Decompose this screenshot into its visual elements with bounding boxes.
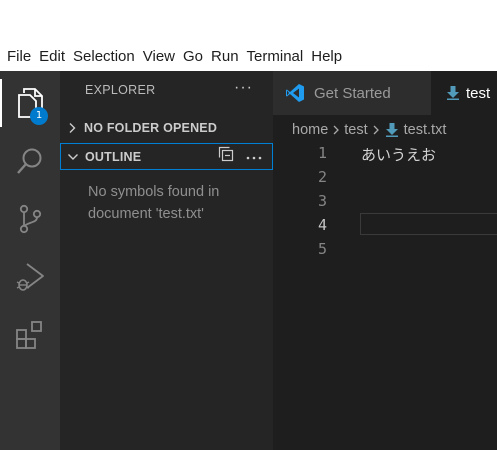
code-line[interactable]: あいうえお [361, 144, 436, 165]
menu-go[interactable]: Go [175, 48, 203, 65]
more-actions-button[interactable]: ··· [234, 79, 253, 97]
tab-bar: Get Started test [273, 71, 497, 115]
activity-extensions-button[interactable] [0, 311, 60, 359]
activity-bar: 1 [0, 71, 60, 450]
chevron-down-icon [61, 152, 85, 162]
outline-empty-message: No symbols found in document 'test.txt' [88, 184, 220, 222]
activity-explorer-button[interactable]: 1 [0, 79, 60, 127]
line-number: 3 [317, 192, 327, 210]
active-indicator [0, 79, 2, 127]
line-number-current: 4 [317, 216, 327, 234]
menu-edit[interactable]: Edit [31, 48, 65, 65]
chevron-right-icon [372, 124, 380, 136]
current-line-highlight [360, 213, 497, 235]
source-control-icon [19, 204, 42, 234]
activity-search-button[interactable] [0, 137, 60, 185]
sidebar-title: EXPLORER [85, 83, 156, 97]
breadcrumb-test[interactable]: test [344, 122, 367, 138]
menu-selection[interactable]: Selection [65, 48, 135, 65]
download-arrow-file-icon [447, 86, 459, 100]
tab-test-label: test [466, 84, 491, 102]
vscode-logo-icon [285, 83, 305, 103]
chevron-right-icon [60, 122, 84, 134]
menu-file[interactable]: File [0, 48, 31, 65]
section-outline[interactable]: OUTLINE [60, 143, 273, 170]
section-outline-label: OUTLINE [85, 149, 142, 164]
search-icon [17, 148, 42, 174]
breadcrumb-file[interactable]: test.txt [404, 122, 447, 138]
run-debug-icon [16, 263, 44, 291]
section-no-folder-label: NO FOLDER OPENED [84, 121, 218, 135]
editor-area: Get Started test home test test.txt 1 2 … [273, 71, 497, 450]
outline-more-icon[interactable] [246, 147, 262, 165]
download-arrow-file-icon [385, 123, 398, 137]
outline-actions [218, 144, 262, 168]
breadcrumb-home[interactable]: home [292, 122, 328, 138]
sidebar-explorer: EXPLORER ··· NO FOLDER OPENED OUTLINE No… [60, 71, 273, 450]
tab-test[interactable]: test [431, 71, 497, 115]
menu-terminal[interactable]: Terminal [239, 48, 304, 65]
menu-view[interactable]: View [135, 48, 175, 65]
line-number: 2 [317, 168, 327, 186]
collapse-all-icon[interactable] [218, 146, 234, 167]
extensions-icon [16, 321, 42, 349]
vscode-window: File Edit Selection View Go Run Terminal… [0, 0, 497, 450]
line-number: 5 [317, 240, 327, 258]
chevron-right-icon [332, 124, 340, 136]
section-no-folder[interactable]: NO FOLDER OPENED [60, 116, 273, 140]
explorer-badge: 1 [30, 107, 48, 125]
tab-get-started-label: Get Started [314, 84, 391, 102]
menu-run[interactable]: Run [203, 48, 239, 65]
activity-run-debug-button[interactable] [0, 253, 60, 301]
activity-source-control-button[interactable] [0, 195, 60, 243]
menu-bar: File Edit Selection View Go Run Terminal… [0, 41, 497, 71]
menu-help[interactable]: Help [303, 48, 342, 65]
breadcrumb: home test test.txt [292, 120, 446, 140]
line-number: 1 [317, 144, 327, 162]
tab-get-started[interactable]: Get Started [273, 71, 431, 115]
